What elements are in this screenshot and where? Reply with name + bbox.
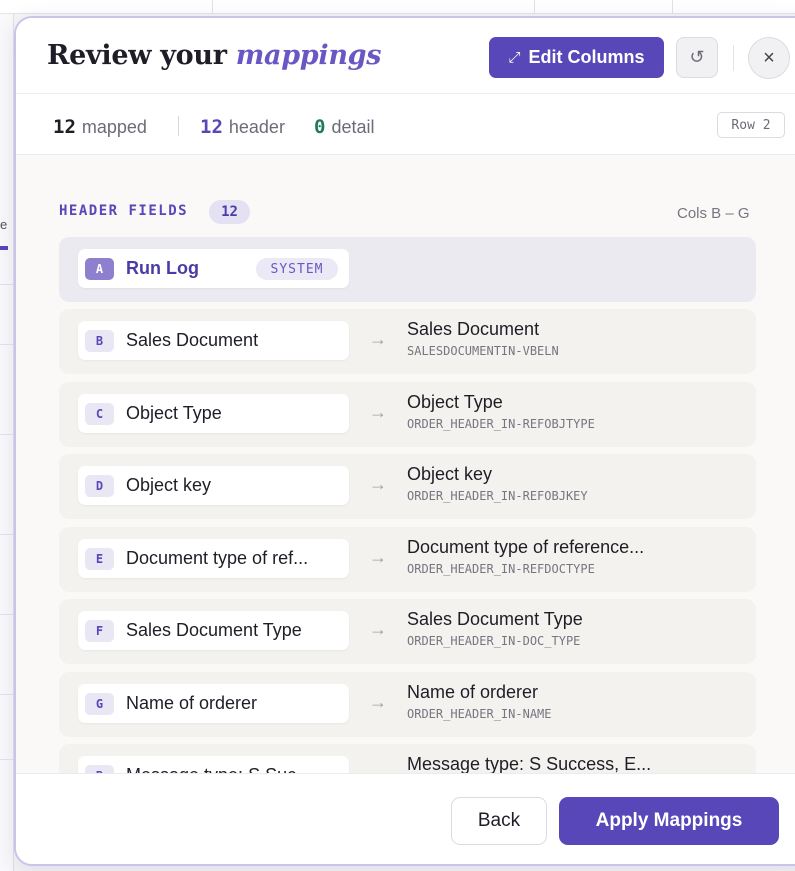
apply-mappings-button[interactable]: Apply Mappings bbox=[559, 797, 779, 845]
detail-stat: 0 detail bbox=[314, 116, 374, 138]
target-field-name: Sales Document bbox=[407, 319, 540, 339]
source-column-chip[interactable]: B Sales Document bbox=[78, 321, 349, 360]
right-arrow-icon: → bbox=[369, 402, 387, 422]
mapped-count: 12 bbox=[53, 116, 76, 138]
source-column-label: Sales Document bbox=[126, 330, 259, 350]
mappings-list[interactable]: HEADER FIELDS 12 Cols B – G A Run Log SY… bbox=[16, 155, 795, 773]
mapping-row[interactable]: D Object key → Object key ORDER_HEADER_I… bbox=[59, 454, 756, 519]
column-letter-badge: D bbox=[85, 475, 114, 497]
source-column-label: Sales Document Type bbox=[126, 620, 302, 640]
source-column-label: Document type of ref... bbox=[126, 548, 309, 568]
title-accent-text: mappings bbox=[235, 40, 382, 71]
header-count: 12 bbox=[200, 116, 223, 138]
review-mappings-modal: Review your mappings ⤢ Edit Columns ↺ × … bbox=[14, 16, 795, 866]
mapping-row[interactable]: B Message type: S Suc... → Message type:… bbox=[59, 744, 756, 773]
toolbar-separator bbox=[672, 0, 673, 13]
right-arrow-icon: → bbox=[369, 474, 387, 494]
background-cell-text: e bbox=[0, 217, 8, 232]
source-column-chip[interactable]: E Document type of ref... bbox=[78, 539, 349, 578]
column-letter-badge: F bbox=[85, 620, 114, 642]
target-field-name: Object key bbox=[407, 464, 493, 484]
right-arrow-icon: → bbox=[369, 547, 387, 567]
source-column-chip[interactable]: C Object Type bbox=[78, 394, 349, 433]
header-divider bbox=[733, 45, 734, 71]
undo-icon: ↺ bbox=[689, 47, 705, 67]
column-letter-badge: A bbox=[85, 258, 114, 280]
system-badge: SYSTEM bbox=[256, 258, 338, 280]
background-row-line bbox=[0, 694, 14, 695]
detail-label: detail bbox=[331, 117, 375, 137]
source-column-chip[interactable]: B Message type: S Suc... bbox=[78, 756, 349, 773]
column-letter-badge: B bbox=[85, 765, 114, 773]
source-column-label: Run Log bbox=[126, 258, 199, 278]
column-letter-badge: G bbox=[85, 693, 114, 715]
section-count-badge: 12 bbox=[209, 200, 250, 224]
target-field-name: Message type: S Success, E... bbox=[407, 754, 652, 773]
mapped-label: mapped bbox=[81, 117, 147, 137]
target-field-code: SALESDOCUMENTIN-VBELN bbox=[407, 344, 559, 358]
toolbar-separator bbox=[534, 0, 535, 13]
edit-columns-button[interactable]: ⤢ Edit Columns bbox=[489, 37, 664, 78]
mapping-row[interactable]: F Sales Document Type → Sales Document T… bbox=[59, 599, 756, 664]
right-arrow-icon: → bbox=[369, 619, 387, 639]
right-arrow-icon: → bbox=[369, 692, 387, 712]
target-field-code: ORDER_HEADER_IN-DOC_TYPE bbox=[407, 634, 581, 648]
source-column-chip[interactable]: G Name of orderer bbox=[78, 684, 349, 723]
target-field-name: Sales Document Type bbox=[407, 609, 583, 629]
modal-footer: Back Apply Mappings bbox=[16, 773, 795, 864]
target-field-code: ORDER_HEADER_IN-NAME bbox=[407, 707, 552, 721]
mapping-row[interactable]: B Sales Document → Sales Document SALESD… bbox=[59, 309, 756, 374]
modal-header: Review your mappings ⤢ Edit Columns ↺ × bbox=[16, 18, 795, 94]
background-row-line bbox=[0, 344, 14, 345]
target-field-code: ORDER_HEADER_IN-REFOBJKEY bbox=[407, 489, 588, 503]
row-indicator-badge: Row 2 bbox=[717, 112, 785, 138]
mapping-row[interactable]: E Document type of ref... → Document typ… bbox=[59, 527, 756, 592]
mapped-stat: 12 mapped bbox=[53, 116, 147, 138]
background-toolbar bbox=[0, 0, 795, 14]
background-row-line bbox=[0, 284, 14, 285]
mapping-row[interactable]: C Object Type → Object Type ORDER_HEADER… bbox=[59, 382, 756, 447]
column-letter-badge: C bbox=[85, 403, 114, 425]
edit-columns-label: Edit Columns bbox=[528, 47, 645, 67]
right-arrow-icon: → bbox=[369, 764, 387, 773]
right-arrow-icon: → bbox=[369, 329, 387, 349]
source-column-label: Object Type bbox=[126, 403, 222, 423]
close-button[interactable]: × bbox=[748, 37, 790, 79]
stats-separator bbox=[178, 116, 179, 136]
modal-title: Review your mappings bbox=[47, 40, 381, 71]
target-field-name: Document type of reference... bbox=[407, 537, 645, 557]
header-stat: 12 header bbox=[200, 116, 285, 138]
source-column-chip[interactable]: F Sales Document Type bbox=[78, 611, 349, 650]
background-row-line bbox=[0, 759, 14, 760]
reset-button[interactable]: ↺ bbox=[676, 37, 718, 78]
header-label: header bbox=[228, 117, 285, 137]
column-letter-badge: B bbox=[85, 330, 114, 352]
back-button[interactable]: Back bbox=[451, 797, 547, 845]
column-letter-badge: E bbox=[85, 548, 114, 570]
source-column-label: Object key bbox=[126, 475, 212, 495]
mapping-stats-bar: 12 mapped 12 header 0 detail Row 2 bbox=[16, 94, 795, 155]
background-row-line bbox=[0, 434, 14, 435]
mapping-row[interactable]: G Name of orderer → Name of orderer ORDE… bbox=[59, 672, 756, 737]
mapping-row[interactable]: A Run Log SYSTEM bbox=[59, 237, 756, 302]
source-column-chip[interactable]: D Object key bbox=[78, 466, 349, 505]
background-row-line bbox=[0, 534, 14, 535]
source-column-chip[interactable]: A Run Log SYSTEM bbox=[78, 249, 349, 288]
target-field-name: Name of orderer bbox=[407, 682, 539, 702]
background-active-indicator bbox=[0, 246, 8, 250]
background-sheet-column: e bbox=[0, 14, 14, 871]
source-column-label: Message type: S Suc... bbox=[126, 765, 311, 773]
close-icon: × bbox=[763, 46, 775, 69]
section-title: HEADER FIELDS bbox=[59, 203, 189, 219]
background-row-line bbox=[0, 614, 14, 615]
target-field-name: Object Type bbox=[407, 392, 503, 412]
expand-arrows-icon: ⤢ bbox=[508, 49, 521, 66]
columns-range: Cols B – G bbox=[677, 205, 750, 222]
toolbar-separator bbox=[212, 0, 213, 13]
detail-count: 0 bbox=[314, 116, 326, 138]
target-field-code: ORDER_HEADER_IN-REFDOCTYPE bbox=[407, 562, 595, 576]
source-column-label: Name of orderer bbox=[126, 693, 258, 713]
title-text: Review your bbox=[47, 40, 236, 71]
target-field-code: ORDER_HEADER_IN-REFOBJTYPE bbox=[407, 417, 595, 431]
